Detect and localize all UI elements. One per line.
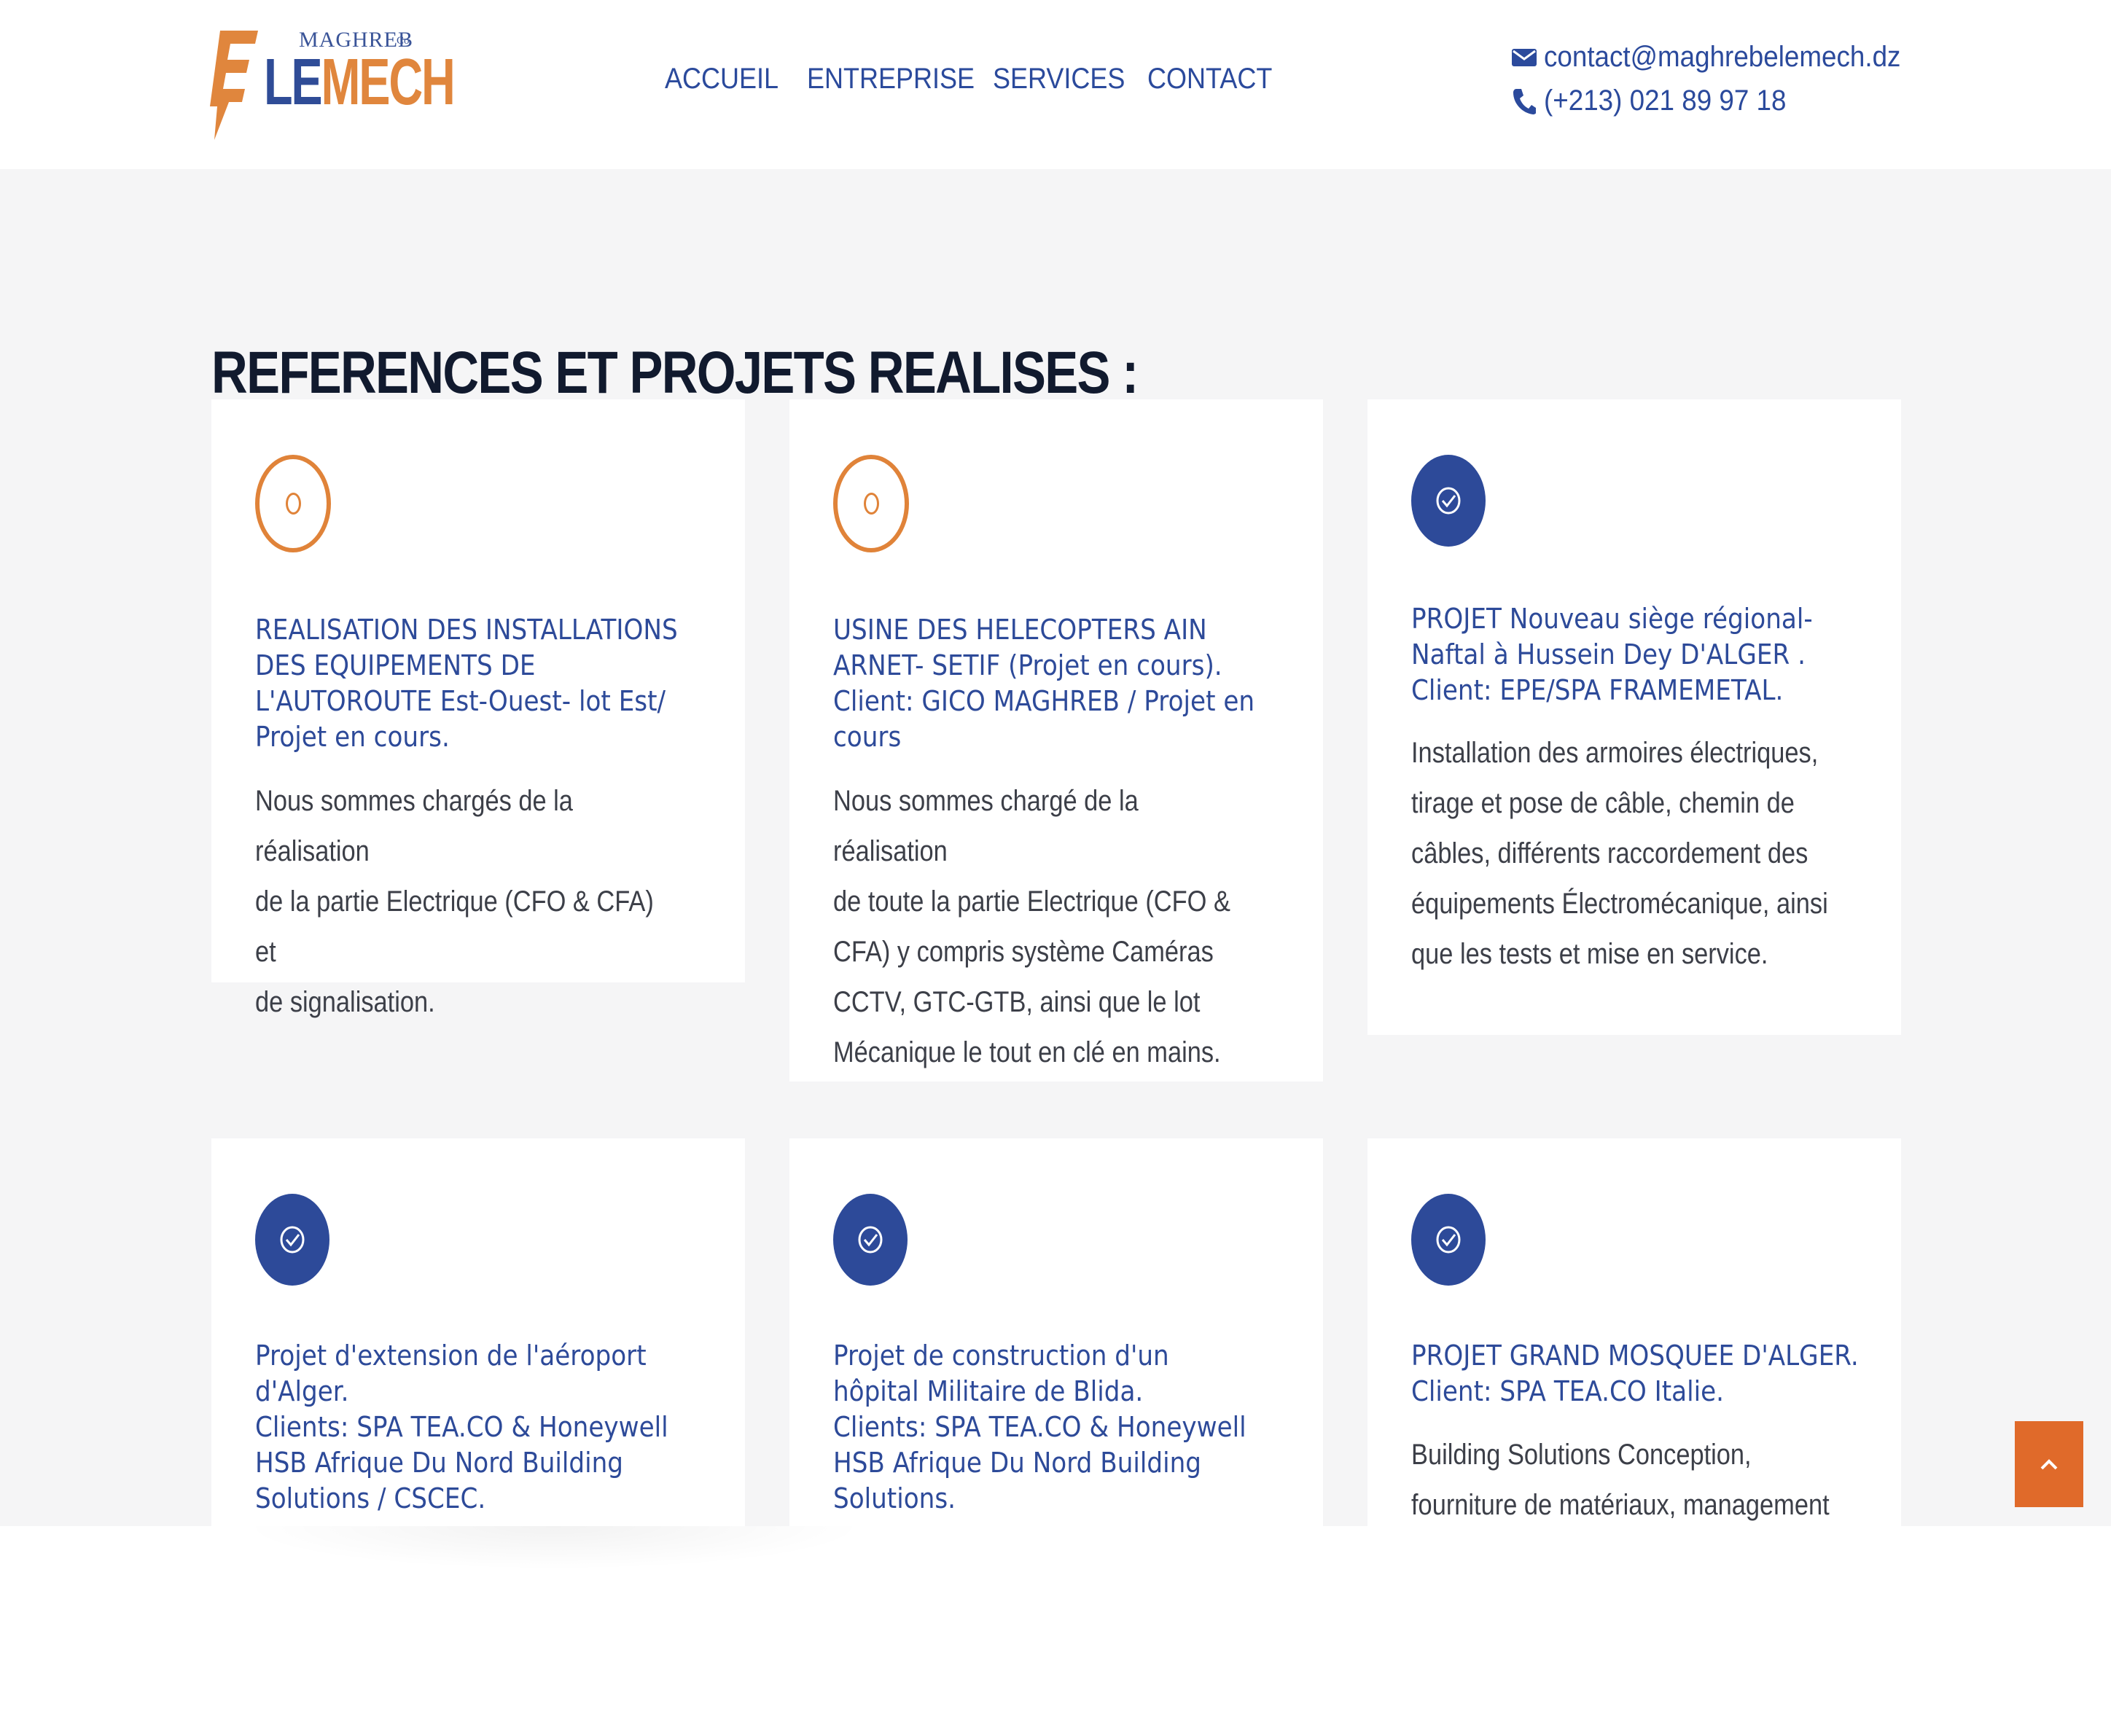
card-shadow xyxy=(241,1526,867,1570)
project-card-title: REALISATION DES INSTALLATIONS DES EQUIPE… xyxy=(255,614,678,753)
project-card-title: Projet d'extension de l'aéroport d'Alger… xyxy=(255,1340,668,1514)
logo-bolt-icon xyxy=(210,31,258,140)
page-title: REFERENCES ET PROJETS REALISES : xyxy=(211,339,1139,406)
nav-item-contact[interactable]: CONTACT xyxy=(1147,63,1272,95)
logo-mech-text: MECH xyxy=(321,46,455,119)
project-card-description: Nous sommes chargé de la réalisation de … xyxy=(833,785,1230,1068)
logo-le-text: LE xyxy=(264,46,323,119)
email-link[interactable]: contact@maghrebelemech.dz xyxy=(1512,41,1932,74)
circle-outline-icon xyxy=(833,455,909,552)
nav-item-entreprise[interactable]: ENTREPRISE xyxy=(807,63,975,95)
check-icon xyxy=(1436,1226,1461,1254)
project-card-description: Building Solutions Conception, fournitur… xyxy=(1411,1439,1830,1521)
project-card: USINE DES HELECOPTERS AIN ARNET- SETIF (… xyxy=(789,399,1323,1082)
check-circle-icon xyxy=(255,1194,329,1286)
company-logo[interactable]: MAGHREB Co LEMECH xyxy=(210,28,456,141)
scroll-to-top-button[interactable] xyxy=(2015,1421,2083,1507)
check-icon xyxy=(280,1226,305,1254)
envelope-icon xyxy=(1512,48,1537,66)
phone-link[interactable]: (+213) 021 89 97 18 xyxy=(1512,85,1807,117)
project-card: PROJET Nouveau siège régional- Naftal à … xyxy=(1367,399,1901,1035)
project-card-description: Installation des armoires électriques, t… xyxy=(1411,737,1828,970)
check-circle-icon xyxy=(1411,1194,1486,1286)
project-card-description: Nous sommes chargés de la réalisation de… xyxy=(255,785,654,1018)
project-card-title: Projet de construction d'un hôpital Mili… xyxy=(833,1340,1246,1514)
phone-text: (+213) 021 89 97 18 xyxy=(1544,85,1787,117)
check-circle-icon xyxy=(833,1194,908,1286)
check-circle-icon xyxy=(1411,455,1486,547)
logo-wordmark: LEMECH xyxy=(264,50,456,115)
check-icon xyxy=(858,1226,883,1254)
project-card: PROJET GRAND MOSQUEE D'ALGER. Client: SP… xyxy=(1367,1138,1901,1526)
project-card-title: PROJET Nouveau siège régional- Naftal à … xyxy=(1411,603,1813,706)
check-icon xyxy=(1436,487,1461,515)
email-text: contact@maghrebelemech.dz xyxy=(1544,41,1901,73)
project-card-title: PROJET GRAND MOSQUEE D'ALGER. Client: SP… xyxy=(1411,1340,1859,1407)
circle-outline-icon xyxy=(255,455,331,552)
chevron-up-icon xyxy=(2040,1459,2058,1470)
project-card: REALISATION DES INSTALLATIONS DES EQUIPE… xyxy=(211,399,745,1018)
phone-icon xyxy=(1513,88,1536,114)
project-card-title: USINE DES HELECOPTERS AIN ARNET- SETIF (… xyxy=(833,614,1255,753)
project-card: Projet d'extension de l'aéroport d'Alger… xyxy=(211,1138,745,1526)
nav-item-accueil[interactable]: ACCUEIL xyxy=(665,63,779,95)
project-card: Projet de construction d'un hôpital Mili… xyxy=(789,1138,1323,1526)
nav-item-services[interactable]: SERVICES xyxy=(993,63,1125,95)
site-header: MAGHREB Co LEMECH ACCUEIL ENTREPRISE SER… xyxy=(0,0,2111,169)
